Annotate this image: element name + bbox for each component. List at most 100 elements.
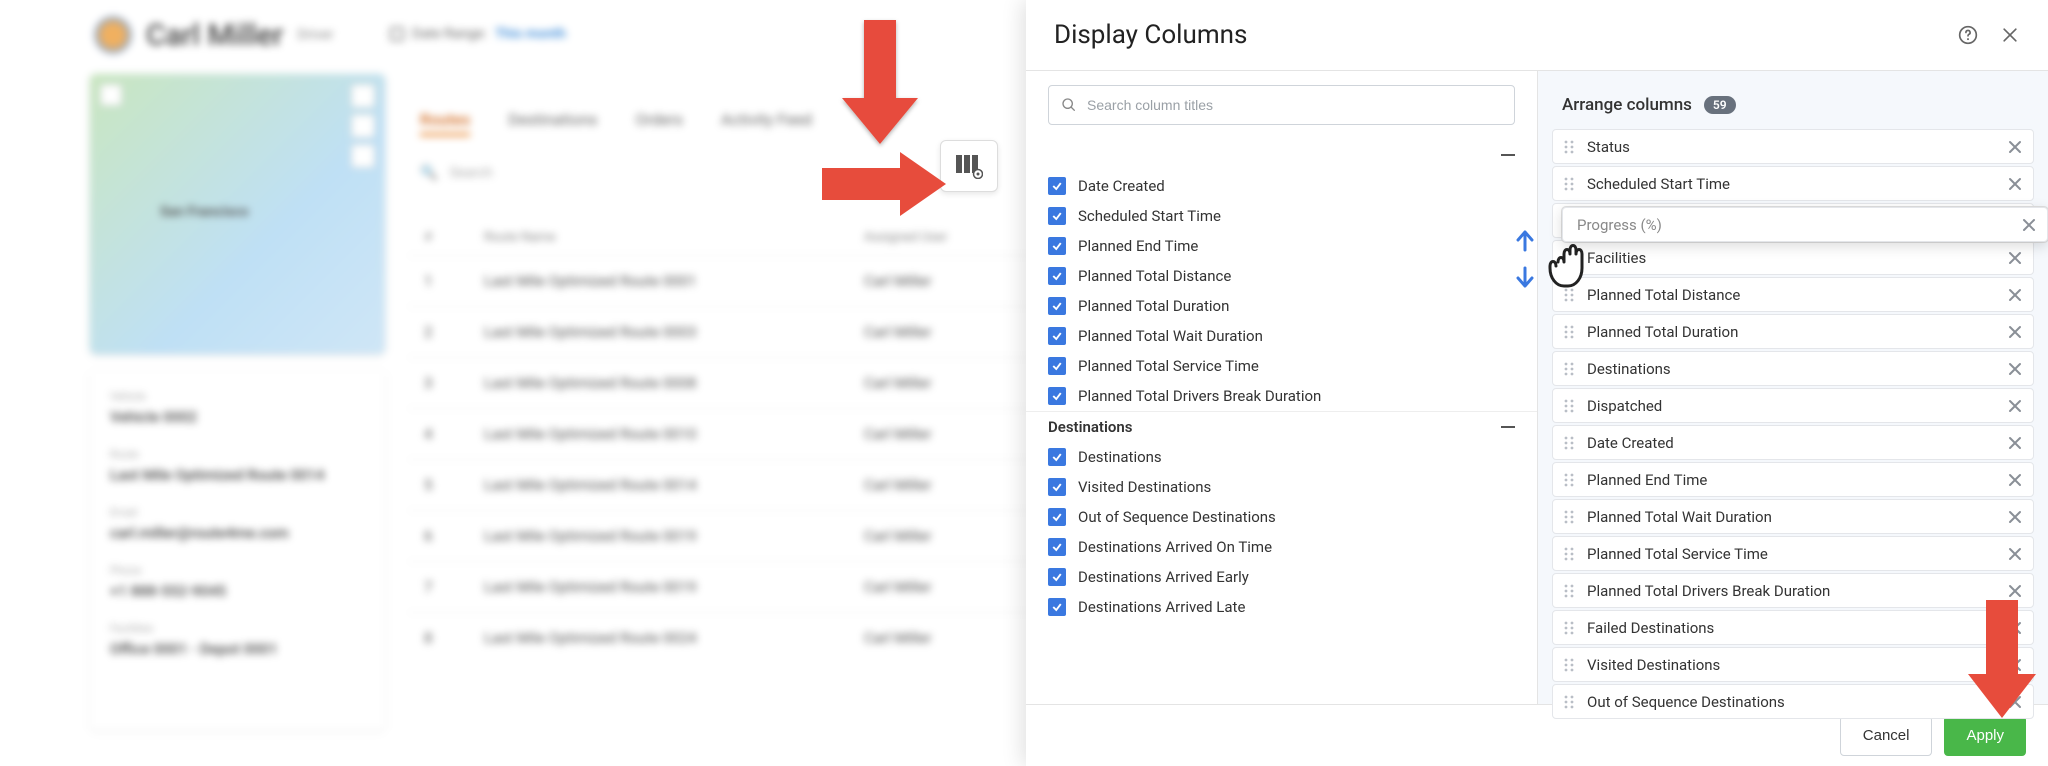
destinations-column-item[interactable]: Out of Sequence Destinations [1026, 502, 1537, 532]
tab-routes[interactable]: Routes [420, 110, 470, 136]
calendar-icon [390, 27, 404, 41]
details-card: VehicleVehicle 0002 RouteLast Mile Optim… [90, 370, 385, 730]
arranged-column[interactable]: Planned Total Duration [1552, 314, 2034, 349]
arranged-column[interactable]: Planned End Time [1552, 462, 2034, 497]
drag-handle-icon[interactable] [1561, 657, 1577, 673]
arranged-column[interactable]: Scheduled Start Time [1552, 166, 2034, 201]
drag-handle-icon[interactable] [1561, 361, 1577, 377]
checkbox-checked-icon[interactable] [1048, 207, 1066, 225]
layers-icon[interactable] [100, 84, 122, 106]
annotation-arrow-apply [1962, 600, 2042, 730]
remove-column-icon[interactable] [2007, 546, 2023, 562]
checkbox-checked-icon[interactable] [1048, 538, 1066, 556]
close-icon[interactable] [2000, 25, 2020, 45]
drag-handle-icon[interactable] [1561, 694, 1577, 710]
route-column-item[interactable]: Planned Total Wait Duration [1026, 321, 1537, 351]
drag-handle-icon[interactable] [1561, 398, 1577, 414]
remove-column-icon[interactable] [2007, 361, 2023, 377]
arranged-column[interactable]: Status [1552, 129, 2034, 164]
checkbox-checked-icon[interactable] [1048, 478, 1066, 496]
tab-orders[interactable]: Orders [635, 110, 682, 136]
search-columns-input[interactable] [1087, 97, 1502, 113]
tab-destinations[interactable]: Destinations [508, 110, 597, 136]
arranged-column-label: Status [1587, 138, 1630, 156]
map-thumbnail[interactable] [90, 74, 385, 354]
destinations-column-item[interactable]: Destinations [1026, 442, 1537, 472]
remove-column-icon[interactable] [2007, 324, 2023, 340]
remove-column-icon[interactable] [2007, 583, 2023, 599]
destinations-column-item[interactable]: Visited Destinations [1026, 472, 1537, 502]
checkbox-label: Planned Total Distance [1078, 267, 1231, 285]
checkbox-checked-icon[interactable] [1048, 327, 1066, 345]
arranged-column[interactable]: Destinations [1552, 351, 2034, 386]
checkbox-checked-icon[interactable] [1048, 448, 1066, 466]
drag-handle-icon[interactable] [1561, 620, 1577, 636]
user-name: Carl Miller [146, 18, 283, 53]
route-column-item[interactable]: Planned End Time [1026, 231, 1537, 261]
date-range[interactable]: Date Range: This month [390, 26, 566, 42]
route-column-item[interactable]: Scheduled Start Time [1026, 201, 1537, 231]
checkbox-label: Planned End Time [1078, 237, 1198, 255]
map-fullscreen-icon[interactable] [351, 84, 375, 108]
drag-handle-icon[interactable] [1561, 472, 1577, 488]
map-zoom-out-icon[interactable] [351, 144, 375, 168]
checkbox-checked-icon[interactable] [1048, 357, 1066, 375]
route-column-item[interactable]: Planned Total Distance [1026, 261, 1537, 291]
checkbox-checked-icon[interactable] [1048, 177, 1066, 195]
tab-activity[interactable]: Activity Feed [721, 110, 812, 136]
checkbox-checked-icon[interactable] [1048, 267, 1066, 285]
arranged-column[interactable]: Planned Total Distance [1552, 277, 2034, 312]
checkbox-label: Destinations Arrived On Time [1078, 538, 1272, 556]
checkbox-label: Out of Sequence Destinations [1078, 508, 1276, 526]
arranged-column-label: Planned Total Wait Duration [1587, 508, 1772, 526]
search-columns-input-wrap[interactable] [1048, 85, 1515, 125]
remove-column-icon[interactable] [2021, 217, 2037, 233]
drag-handle-icon[interactable] [1561, 583, 1577, 599]
remove-column-icon[interactable] [2007, 250, 2023, 266]
remove-column-icon[interactable] [2007, 139, 2023, 155]
drag-handle-icon[interactable] [1561, 176, 1577, 192]
search-icon [1061, 97, 1077, 113]
checkbox-label: Destinations Arrived Early [1078, 568, 1249, 586]
drag-handle-icon[interactable] [1561, 546, 1577, 562]
drag-handle-icon[interactable] [1561, 509, 1577, 525]
arranged-column[interactable]: Date Created [1552, 425, 2034, 460]
checkbox-checked-icon[interactable] [1048, 237, 1066, 255]
drag-handle-icon[interactable] [1561, 324, 1577, 340]
remove-column-icon[interactable] [2007, 287, 2023, 303]
checkbox-checked-icon[interactable] [1048, 387, 1066, 405]
group-header-destinations[interactable]: Destinations [1026, 411, 1537, 442]
checkbox-checked-icon[interactable] [1048, 598, 1066, 616]
checkbox-label: Planned Total Wait Duration [1078, 327, 1263, 345]
destinations-column-item[interactable]: Destinations Arrived On Time [1026, 532, 1537, 562]
remove-column-icon[interactable] [2007, 176, 2023, 192]
map-zoom-in-icon[interactable] [351, 114, 375, 138]
arranged-column-label: Visited Destinations [1587, 656, 1720, 674]
group-header-route[interactable] [1026, 141, 1537, 171]
remove-column-icon[interactable] [2007, 509, 2023, 525]
route-column-item[interactable]: Planned Total Service Time [1026, 351, 1537, 381]
route-column-item[interactable]: Planned Total Drivers Break Duration [1026, 381, 1537, 411]
remove-column-icon[interactable] [2007, 472, 2023, 488]
checkbox-checked-icon[interactable] [1048, 568, 1066, 586]
collapse-icon [1501, 426, 1515, 428]
help-icon[interactable] [1958, 25, 1978, 45]
drag-handle-icon[interactable] [1561, 435, 1577, 451]
checkbox-checked-icon[interactable] [1048, 297, 1066, 315]
drag-handle-icon[interactable] [1561, 139, 1577, 155]
arranged-column[interactable]: Planned Total Wait Duration [1552, 499, 2034, 534]
arranged-column[interactable]: Dispatched [1552, 388, 2034, 423]
destinations-column-item[interactable]: Destinations Arrived Early [1026, 562, 1537, 592]
route-column-item[interactable]: Date Created [1026, 171, 1537, 201]
route-column-item[interactable]: Planned Total Duration [1026, 291, 1537, 321]
remove-column-icon[interactable] [2007, 398, 2023, 414]
table-search-row[interactable]: 🔍Search [420, 165, 492, 181]
arranged-column[interactable]: Planned Total Service Time [1552, 536, 2034, 571]
arranged-column[interactable]: Facilities [1552, 240, 2034, 275]
checkbox-checked-icon[interactable] [1048, 508, 1066, 526]
display-columns-drawer: Display Columns Date CreatedScheduled St… [1026, 0, 2048, 766]
dragging-column[interactable]: Progress (%) [1562, 207, 2048, 242]
arranged-column-label: Planned End Time [1587, 471, 1707, 489]
remove-column-icon[interactable] [2007, 435, 2023, 451]
destinations-column-item[interactable]: Destinations Arrived Late [1026, 592, 1537, 622]
